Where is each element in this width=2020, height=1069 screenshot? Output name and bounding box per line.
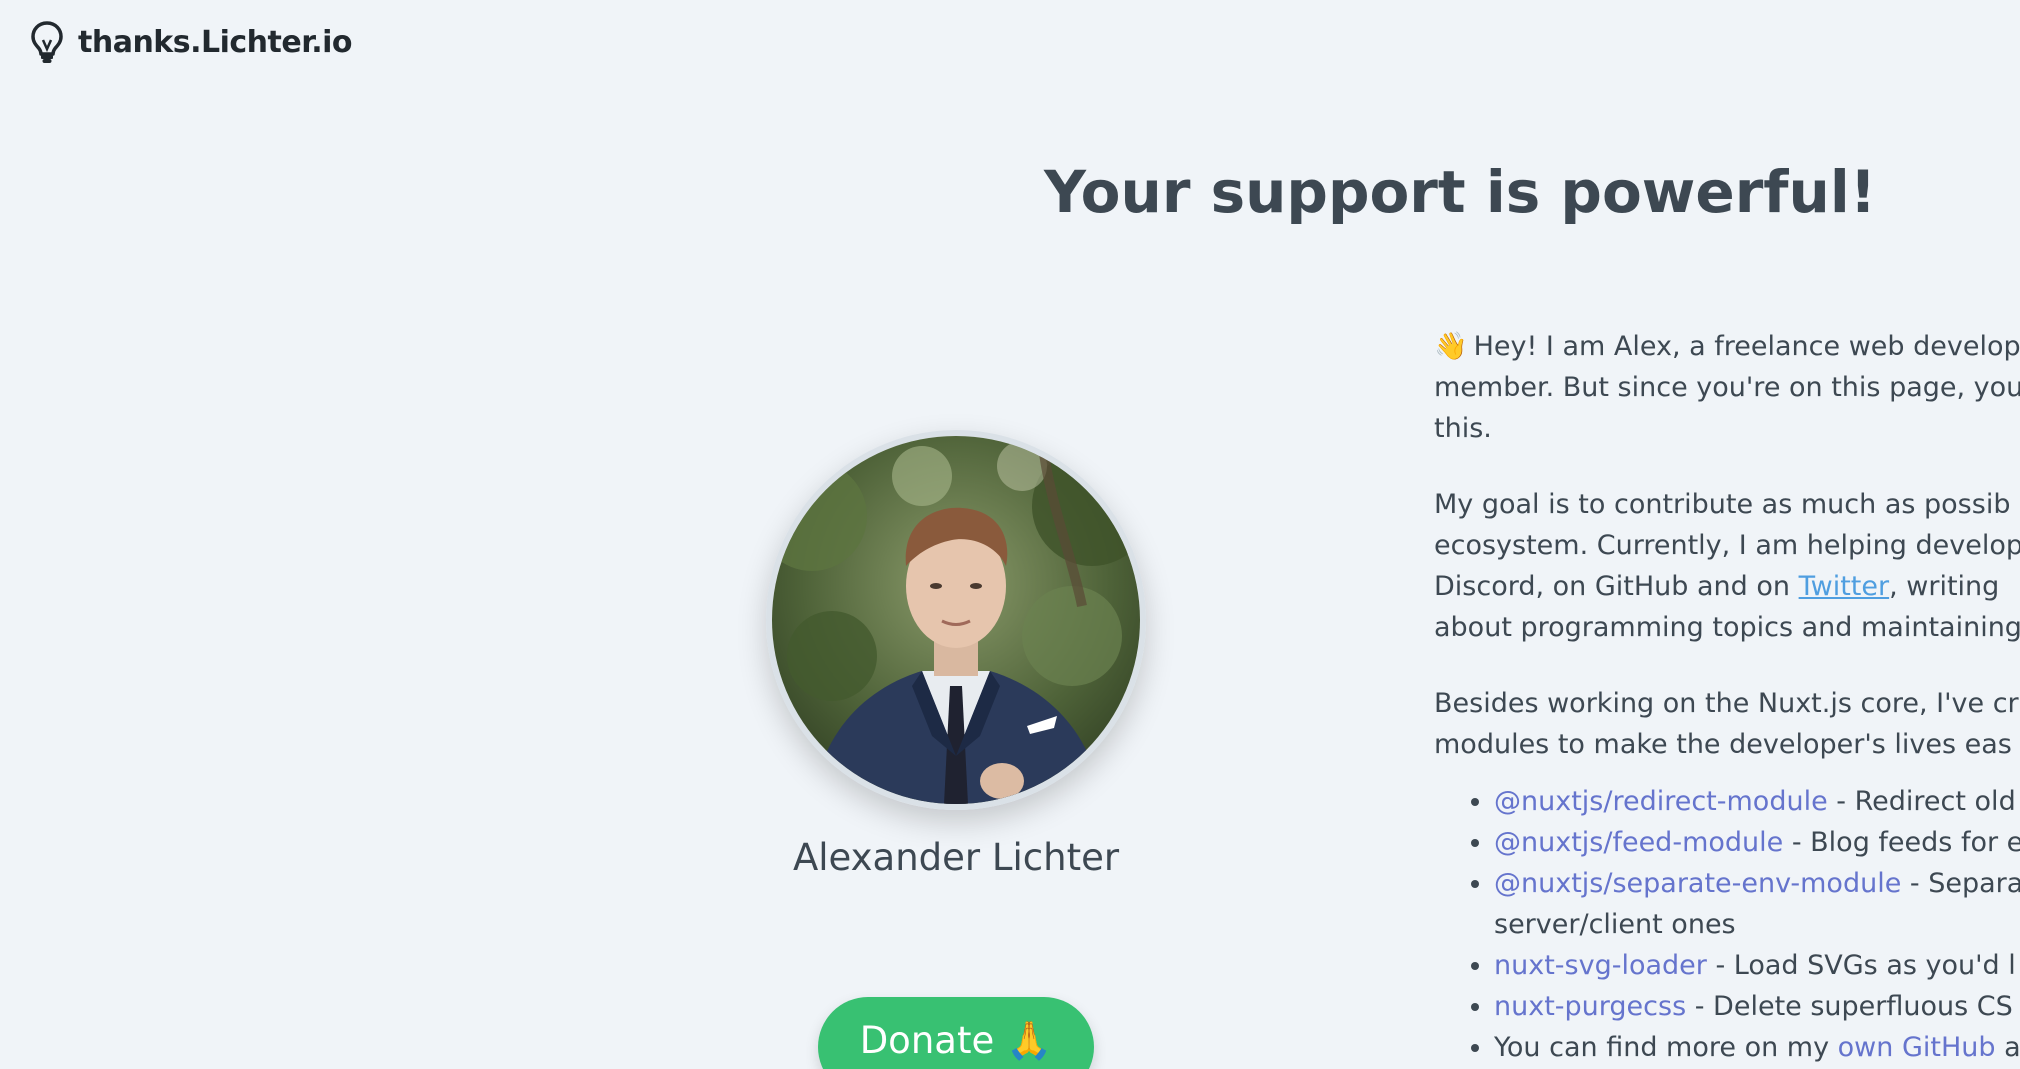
page-title: Your support is powerful! [1044, 158, 1877, 226]
praying-hands-icon: 🙏 [1006, 1019, 1053, 1062]
list-item: nuxt-purgecss - Delete superfluous CS [1494, 986, 2020, 1027]
list-item: @nuxtjs/separate-env-module - Separa serv… [1494, 863, 2020, 945]
modules-intro-line: Besides working on the Nuxt.js core, I'v… [1434, 688, 2019, 719]
module-link[interactable]: @nuxtjs/feed-module [1494, 827, 1783, 858]
brand-link[interactable]: thanks.Lichter.io [30, 20, 353, 64]
more-text: a [1995, 1032, 2020, 1063]
list-item: nuxt-svg-loader - Load SVGs as you'd l [1494, 945, 2020, 986]
lightbulb-icon [30, 20, 64, 64]
module-desc: - Separa [1901, 868, 2020, 899]
intro-paragraph: 👋 Hey! I am Alex, a freelance web develop… [1434, 326, 2020, 449]
list-item: @nuxtjs/redirect-module - Redirect old [1494, 781, 2020, 822]
intro-line: this. [1434, 413, 1492, 444]
goal-line: ecosystem. Currently, I am helping devel… [1434, 530, 2020, 561]
goal-line: Discord, on GitHub and on [1434, 571, 1799, 602]
module-link[interactable]: nuxt-svg-loader [1494, 950, 1707, 981]
goal-line: , writing [1889, 571, 2000, 602]
brand-name: thanks.Lichter.io [78, 24, 353, 60]
twitter-link[interactable]: Twitter [1799, 571, 1890, 602]
donate-button[interactable]: Donate 🙏 [818, 997, 1094, 1069]
module-link[interactable]: @nuxtjs/redirect-module [1494, 786, 1828, 817]
about-content: 👋 Hey! I am Alex, a freelance web develop… [1434, 326, 2020, 1068]
module-link[interactable]: @nuxtjs/separate-env-module [1494, 868, 1901, 899]
modules-list: @nuxtjs/redirect-module - Redirect old @… [1434, 781, 2020, 1068]
list-item: @nuxtjs/feed-module - Blog feeds for e [1494, 822, 2020, 863]
waving-hand-icon: 👋 [1434, 331, 1468, 362]
intro-line: member. But since you're on this page, y… [1434, 372, 2020, 403]
module-desc: - Blog feeds for e [1783, 827, 2020, 858]
modules-intro-line: modules to make the developer's lives ea… [1434, 729, 2012, 760]
modules-intro-paragraph: Besides working on the Nuxt.js core, I'v… [1434, 683, 2020, 765]
module-desc: - Load SVGs as you'd l [1706, 950, 2016, 981]
module-desc: - Delete superfluous CS [1686, 991, 2013, 1022]
donate-label: Donate [859, 1019, 995, 1062]
avatar [766, 430, 1146, 810]
module-desc: - Redirect old [1827, 786, 2016, 817]
intro-line: Hey! I am Alex, a freelance web develop [1473, 331, 2020, 362]
github-link[interactable]: own GitHub [1838, 1032, 1996, 1063]
page: thanks.Lichter.io Your support is powerf… [0, 0, 2020, 1069]
goal-line: My goal is to contribute as much as poss… [1434, 489, 2011, 520]
module-link[interactable]: nuxt-purgecss [1494, 991, 1686, 1022]
list-item: You can find more on my own GitHub a [1494, 1027, 2020, 1068]
goal-line: about programming topics and maintaining [1434, 612, 2020, 643]
goal-paragraph: My goal is to contribute as much as poss… [1434, 484, 2020, 648]
profile-name: Alexander Lichter [792, 836, 1120, 879]
more-text: You can find more on my [1494, 1032, 1838, 1063]
module-desc: server/client ones [1494, 909, 1736, 940]
